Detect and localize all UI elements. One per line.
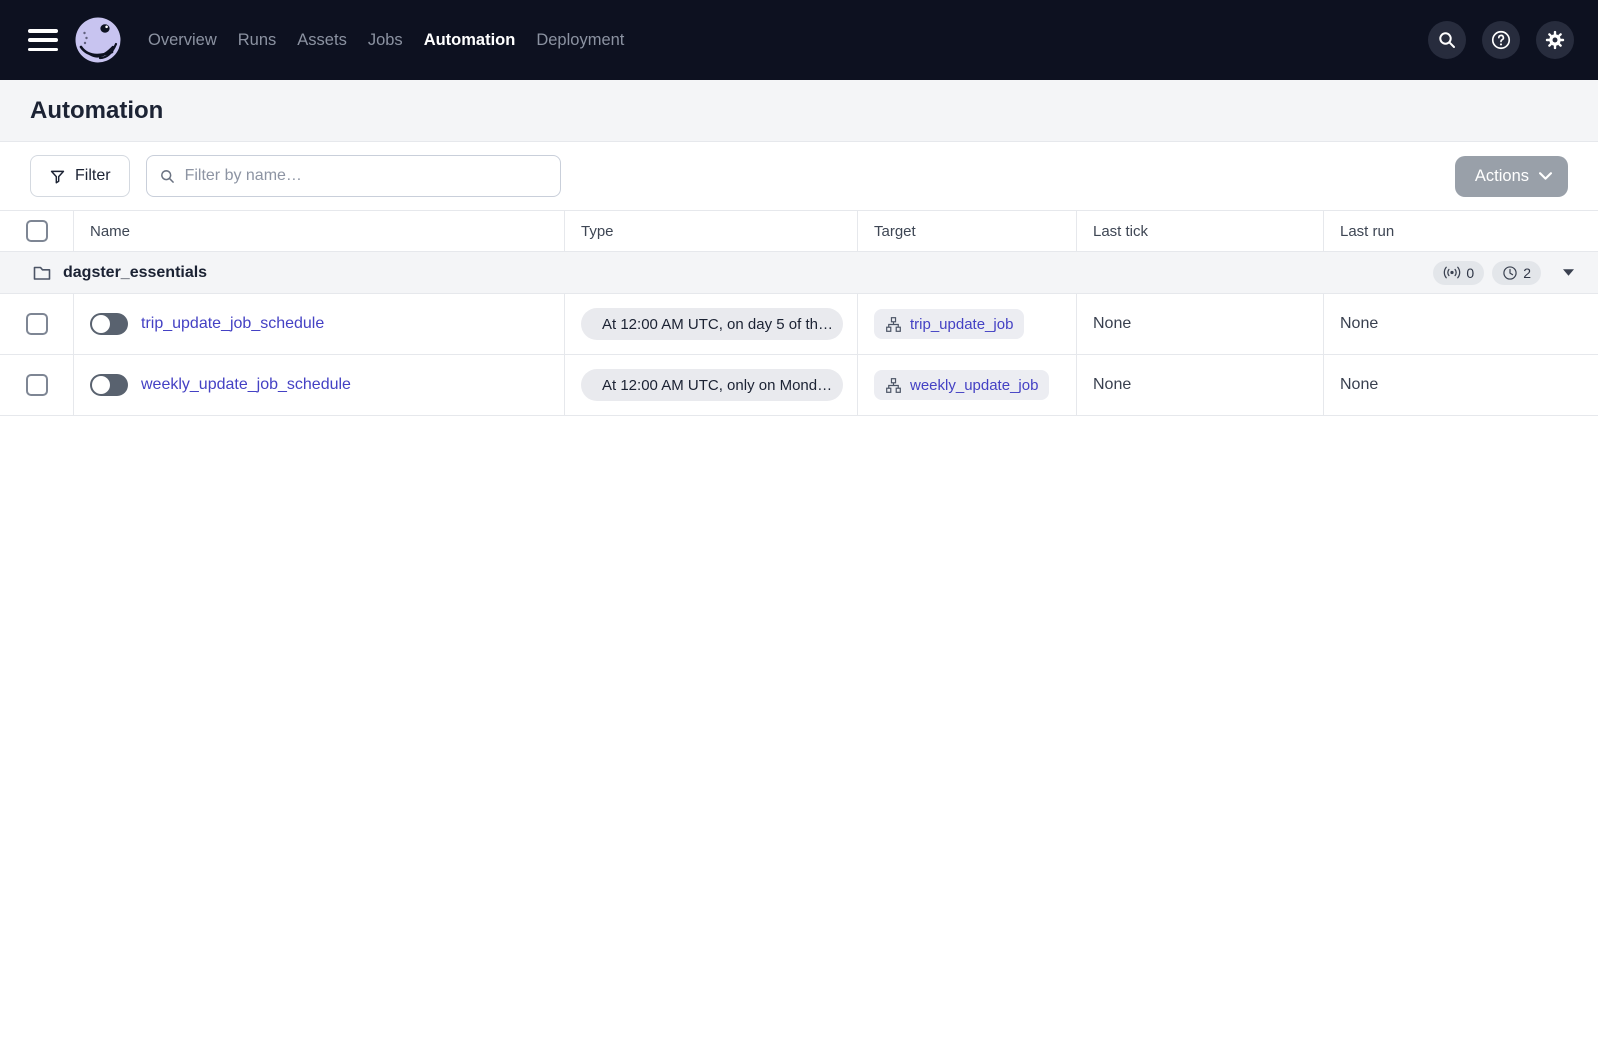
last-tick-value: None <box>1093 376 1132 393</box>
search-input[interactable] <box>145 155 561 197</box>
nav-item-runs[interactable]: Runs <box>238 31 277 50</box>
job-graph-icon <box>886 377 901 393</box>
sensor-signal-icon <box>1444 266 1461 279</box>
top-navigation: Overview Runs Assets Jobs Automation Dep… <box>0 0 1598 80</box>
schedule-name-link[interactable]: trip_update_job_schedule <box>141 315 324 333</box>
actions-button[interactable]: Actions <box>1454 155 1568 197</box>
primary-nav: Overview Runs Assets Jobs Automation Dep… <box>148 31 624 50</box>
schedule-toggle[interactable] <box>90 313 128 335</box>
schedule-type-pill: At 12:00 AM UTC, on day 5 of th… <box>581 308 843 340</box>
nav-item-deployment[interactable]: Deployment <box>536 31 624 50</box>
nav-item-assets[interactable]: Assets <box>297 31 347 50</box>
table-row: trip_update_job_schedule At 12:00 AM UTC… <box>0 294 1598 355</box>
settings-button[interactable] <box>1536 21 1574 59</box>
actions-button-label: Actions <box>1474 166 1529 185</box>
schedule-name-link[interactable]: weekly_update_job_schedule <box>141 376 351 394</box>
schedule-toggle[interactable] <box>90 374 128 396</box>
funnel-icon <box>50 170 65 183</box>
column-header-last-tick: Last tick <box>1077 211 1324 251</box>
hamburger-icon[interactable] <box>28 29 58 51</box>
chevron-down-icon <box>1539 171 1552 180</box>
last-run-value: None <box>1340 315 1379 332</box>
column-header-target: Target <box>858 211 1077 251</box>
target-job-link[interactable]: trip_update_job <box>910 316 1013 333</box>
schedule-count: 2 <box>1523 264 1531 281</box>
help-icon <box>1491 30 1511 50</box>
sensor-count: 0 <box>1466 264 1475 281</box>
filter-button-label: Filter <box>75 167 111 184</box>
table-header-row: Name Type Target Last tick Last run <box>0 210 1598 252</box>
schedule-count-badge: 2 <box>1492 260 1541 285</box>
clock-icon <box>1503 265 1517 280</box>
column-header-name: Name <box>74 211 565 251</box>
search-button[interactable] <box>1428 21 1466 59</box>
caret-down-icon <box>1563 269 1574 276</box>
page-header: Automation <box>0 80 1598 142</box>
nav-item-jobs[interactable]: Jobs <box>368 31 403 50</box>
last-tick-value: None <box>1093 315 1132 332</box>
table-row: weekly_update_job_schedule At 12:00 AM U… <box>0 355 1598 416</box>
group-collapse-caret[interactable] <box>1563 269 1574 276</box>
job-graph-icon <box>886 316 901 332</box>
schedule-type-text: At 12:00 AM UTC, on day 5 of th… <box>602 315 833 333</box>
target-chip: weekly_update_job <box>874 370 1050 400</box>
select-all-checkbox[interactable] <box>25 220 48 242</box>
toolbar: Filter Actions <box>0 142 1598 210</box>
gear-icon <box>1545 30 1565 50</box>
help-button[interactable] <box>1482 21 1520 59</box>
column-header-type: Type <box>565 211 858 251</box>
column-header-last-run: Last run <box>1340 222 1395 240</box>
sensor-count-badge: 0 <box>1433 260 1485 285</box>
dagster-logo-icon <box>75 17 121 63</box>
nav-item-automation[interactable]: Automation <box>424 31 516 50</box>
filter-button[interactable]: Filter <box>30 155 130 197</box>
row-checkbox[interactable] <box>25 374 48 396</box>
group-name: dagster_essentials <box>63 263 208 281</box>
group-row-dagster-essentials: dagster_essentials 0 2 <box>0 252 1598 294</box>
last-run-value: None <box>1340 376 1379 393</box>
search-icon <box>160 170 174 183</box>
folder-icon <box>33 266 51 280</box>
search-icon <box>1439 32 1455 48</box>
schedule-type-text: At 12:00 AM UTC, only on Mond… <box>602 376 833 394</box>
target-chip: trip_update_job <box>874 309 1025 339</box>
schedule-type-pill: At 12:00 AM UTC, only on Mond… <box>581 369 843 401</box>
row-checkbox[interactable] <box>25 313 48 335</box>
target-job-link[interactable]: weekly_update_job <box>910 377 1038 394</box>
search-field-wrap <box>145 155 561 197</box>
nav-item-overview[interactable]: Overview <box>148 31 217 50</box>
automation-table: Name Type Target Last tick Last run dags… <box>0 210 1598 416</box>
page-title: Automation <box>30 96 164 124</box>
